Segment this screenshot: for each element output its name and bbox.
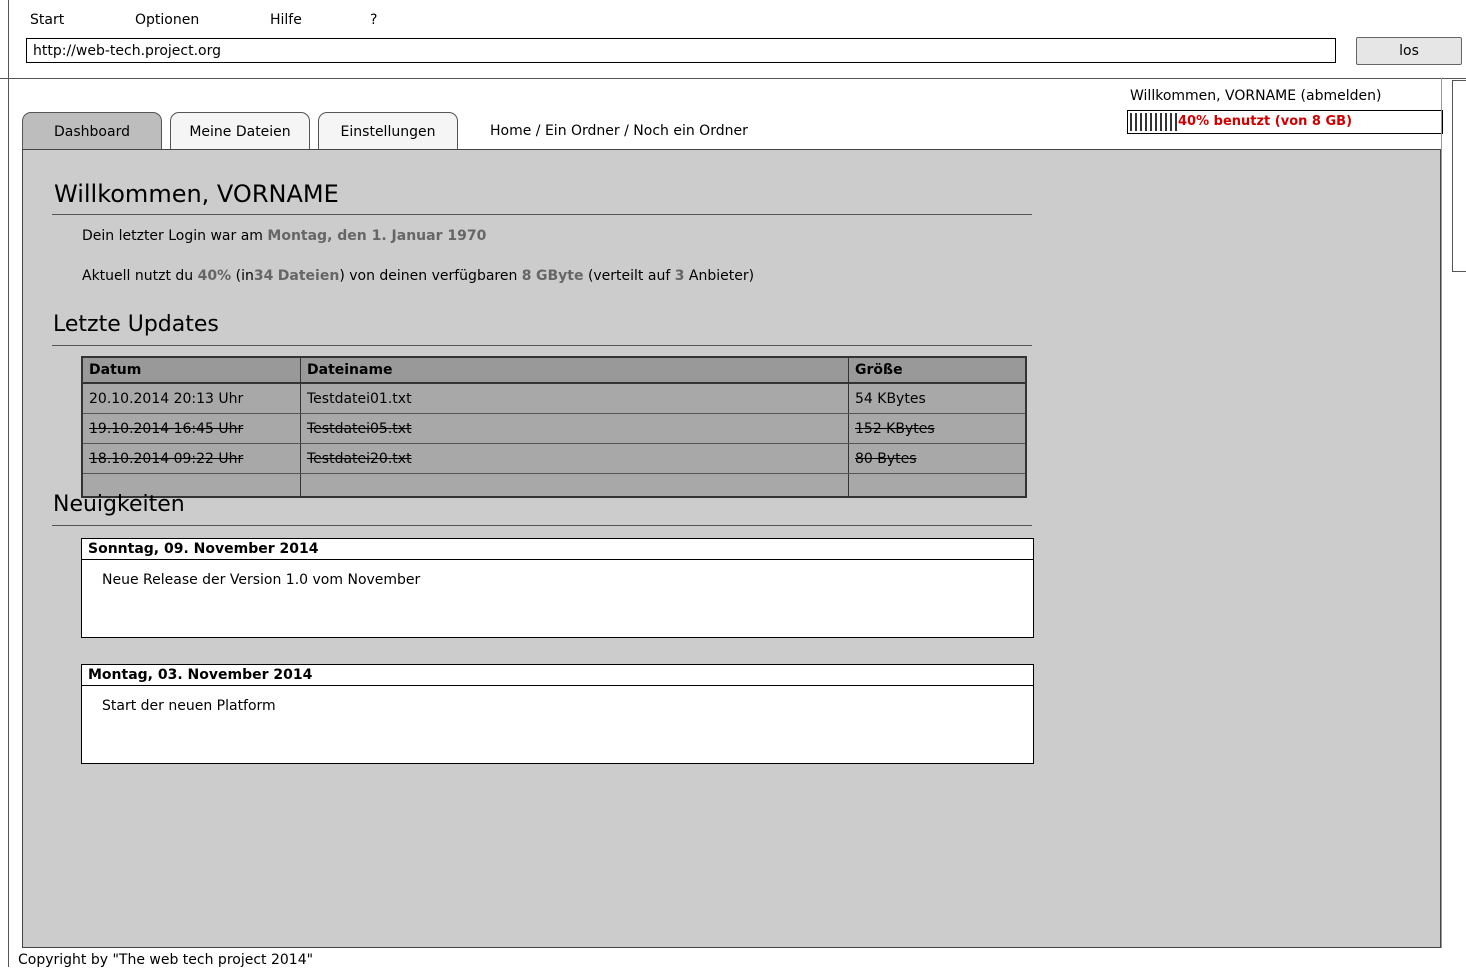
divider xyxy=(52,525,1032,526)
column-header-date: Datum xyxy=(82,357,301,384)
side-scrollbar[interactable] xyxy=(1452,80,1466,272)
menu-help[interactable]: Hilfe xyxy=(270,12,302,28)
chrome-separator xyxy=(0,78,1466,79)
menu-start[interactable]: Start xyxy=(30,12,64,28)
tab-meine-dateien[interactable]: Meine Dateien xyxy=(170,112,310,150)
last-login-text: Dein letzter Login war am Montag, den 1.… xyxy=(82,228,487,244)
cell-date: 19.10.2014 16:45 Uhr xyxy=(82,413,301,444)
cell-filename[interactable]: Testdatei20.txt xyxy=(300,443,849,474)
cell-date: 18.10.2014 09:22 Uhr xyxy=(82,443,301,474)
storage-size: 8 xyxy=(521,268,532,284)
divider xyxy=(52,345,1032,346)
column-header-filename: Dateiname xyxy=(300,357,849,384)
table-row[interactable]: 19.10.2014 16:45 Uhr Testdatei05.txt 152… xyxy=(82,413,1027,444)
table-row[interactable]: 18.10.2014 09:22 Uhr Testdatei20.txt 80 … xyxy=(82,443,1027,474)
tab-einstellungen[interactable]: Einstellungen xyxy=(318,112,458,150)
news-text: Start der neuen Platform xyxy=(102,698,276,714)
storage-quota-bar: 40% benutzt (von 8 GB) xyxy=(1127,110,1443,134)
breadcrumb[interactable]: Home / Ein Ordner / Noch ein Ordner xyxy=(490,123,748,139)
file-count: 34 xyxy=(253,268,274,284)
window-border-right xyxy=(1441,78,1442,948)
news-item: Sonntag, 09. November 2014 Neue Release … xyxy=(81,538,1034,638)
column-header-size: Größe xyxy=(848,357,1027,384)
news-item: Montag, 03. November 2014 Start der neue… xyxy=(81,664,1034,764)
quota-text: 40% benutzt (von 8 GB) xyxy=(1178,114,1353,129)
cell-date: 20.10.2014 20:13 Uhr xyxy=(82,383,301,414)
go-button[interactable]: los xyxy=(1356,37,1462,65)
cell-size: 152 KBytes xyxy=(848,413,1027,444)
table-row-empty xyxy=(82,473,1027,498)
welcome-heading: Willkommen, VORNAME xyxy=(54,180,339,208)
news-heading: Neuigkeiten xyxy=(53,492,185,517)
welcome-logout-link[interactable]: Willkommen, VORNAME (abmelden) xyxy=(1130,88,1381,104)
address-bar[interactable]: http://web-tech.project.org xyxy=(26,38,1336,63)
menu-options[interactable]: Optionen xyxy=(135,12,199,28)
provider-count: 3 xyxy=(674,268,685,284)
usage-text: Aktuell nutzt du 40% (in34 Dateien) von … xyxy=(82,268,755,284)
cell-size: 54 KBytes xyxy=(848,383,1027,414)
news-text: Neue Release der Version 1.0 vom Novembe… xyxy=(102,572,421,588)
cell-size: 80 Bytes xyxy=(848,443,1027,474)
menu-question[interactable]: ? xyxy=(370,12,377,28)
footer-copyright: Copyright by "The web tech project 2014" xyxy=(18,952,314,968)
cell-filename[interactable]: Testdatei01.txt xyxy=(300,383,849,414)
usage-percent: 40% xyxy=(197,268,232,284)
menu-bar: Start Optionen Hilfe ? xyxy=(0,0,1466,34)
divider xyxy=(52,214,1032,215)
cell-filename[interactable]: Testdatei05.txt xyxy=(300,413,849,444)
table-row[interactable]: 20.10.2014 20:13 Uhr Testdatei01.txt 54 … xyxy=(82,383,1027,414)
news-date: Montag, 03. November 2014 xyxy=(82,665,1033,686)
updates-table: Datum Dateiname Größe 20.10.2014 20:13 U… xyxy=(81,356,1027,498)
news-date: Sonntag, 09. November 2014 xyxy=(82,539,1033,560)
updates-heading: Letzte Updates xyxy=(53,312,219,337)
window-border-left xyxy=(8,0,9,967)
last-login-date: Montag, den 1. Januar 1970 xyxy=(267,228,487,244)
quota-fill xyxy=(1130,113,1180,131)
tab-dashboard[interactable]: Dashboard xyxy=(22,112,162,150)
